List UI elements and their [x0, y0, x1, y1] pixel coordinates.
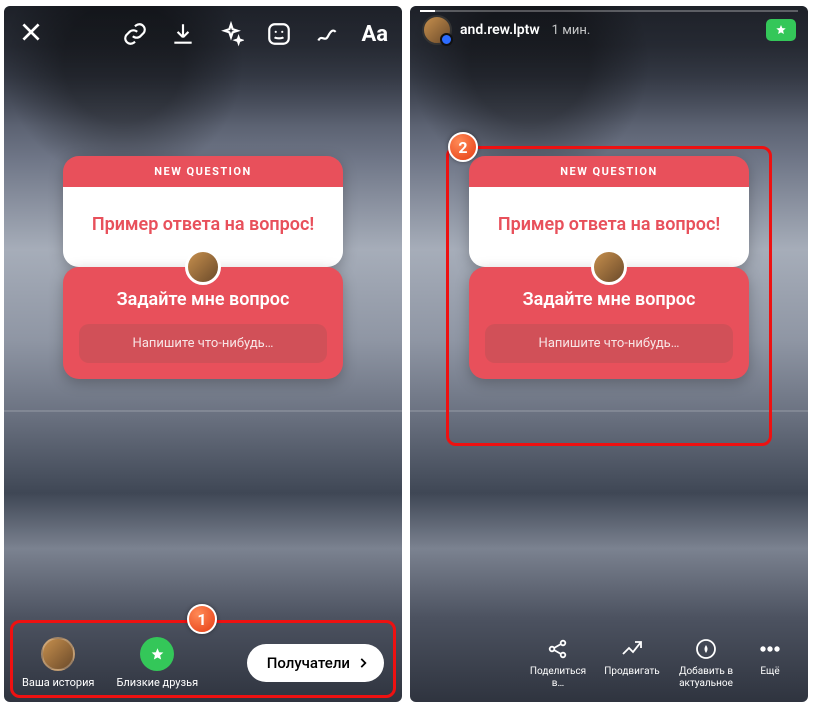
promote-icon [619, 636, 645, 662]
close-friends-label: Близкие друзья [116, 676, 198, 689]
close-icon[interactable] [18, 19, 44, 49]
more-button[interactable]: Ещё [750, 636, 790, 678]
recipients-button-label: Получатели [267, 654, 350, 672]
ask-prompt: Задайте мне вопрос [79, 289, 327, 310]
editor-bottom-bar: Ваша история Близкие друзья Получатели [4, 624, 402, 702]
ask-input-placeholder[interactable]: Напишите что-нибудь… [79, 324, 327, 363]
highlight-icon [693, 636, 719, 662]
star-icon [775, 24, 787, 36]
ask-prompt: Задайте мне вопрос [485, 289, 733, 310]
annotation-number-2: 2 [448, 132, 478, 162]
download-icon[interactable] [169, 20, 197, 48]
story-progress-bar [420, 10, 798, 12]
star-icon [140, 637, 174, 671]
viewer-bottom-bar: Поделиться в… Продвигать Добавить в акту… [410, 624, 808, 702]
more-label: Ещё [760, 666, 779, 678]
answer-card-header: NEW QUESTION [469, 156, 749, 187]
story-editor-screen: Aa NEW QUESTION Пример ответа на вопрос!… [4, 6, 402, 702]
text-tool-icon[interactable]: Aa [361, 22, 388, 47]
question-sticker-stack[interactable]: NEW QUESTION Пример ответа на вопрос! За… [469, 156, 749, 379]
recipients-button[interactable]: Получатели [247, 644, 384, 682]
viewer-top-bar: and.rew.lptw 1 мин. [410, 6, 808, 54]
add-highlight-button[interactable]: Добавить в актуальное [676, 636, 736, 689]
promote-button[interactable]: Продвигать [602, 636, 662, 678]
draw-icon[interactable] [313, 20, 341, 48]
promote-label: Продвигать [604, 666, 659, 678]
add-highlight-label: Добавить в актуальное [679, 666, 733, 689]
your-story-label: Ваша история [22, 676, 94, 689]
timestamp-label: 1 мин. [552, 23, 591, 38]
story-viewer-screen: and.rew.lptw 1 мин. NEW QUESTION Пример … [410, 6, 808, 702]
username-label[interactable]: and.rew.lptw [460, 22, 540, 38]
avatar [41, 637, 75, 671]
close-friends-badge [766, 19, 796, 41]
chevron-right-icon [356, 656, 370, 670]
answer-card-header: NEW QUESTION [63, 156, 343, 187]
avatar[interactable] [422, 15, 452, 45]
share-icon [545, 636, 571, 662]
ask-input-placeholder[interactable]: Напишите что-нибудь… [485, 324, 733, 363]
close-friends-button[interactable]: Близкие друзья [116, 637, 198, 689]
verified-badge-icon [440, 33, 453, 46]
question-sticker-stack[interactable]: NEW QUESTION Пример ответа на вопрос! За… [63, 156, 343, 379]
more-icon [757, 636, 783, 662]
editor-top-toolbar: Aa [4, 6, 402, 62]
annotation-number-1: 1 [187, 604, 217, 634]
your-story-button[interactable]: Ваша история [22, 637, 94, 689]
link-icon[interactable] [121, 20, 149, 48]
sparkle-icon[interactable] [217, 20, 245, 48]
sticker-icon[interactable] [265, 20, 293, 48]
share-to-label: Поделиться в… [530, 666, 586, 689]
share-to-button[interactable]: Поделиться в… [528, 636, 588, 689]
